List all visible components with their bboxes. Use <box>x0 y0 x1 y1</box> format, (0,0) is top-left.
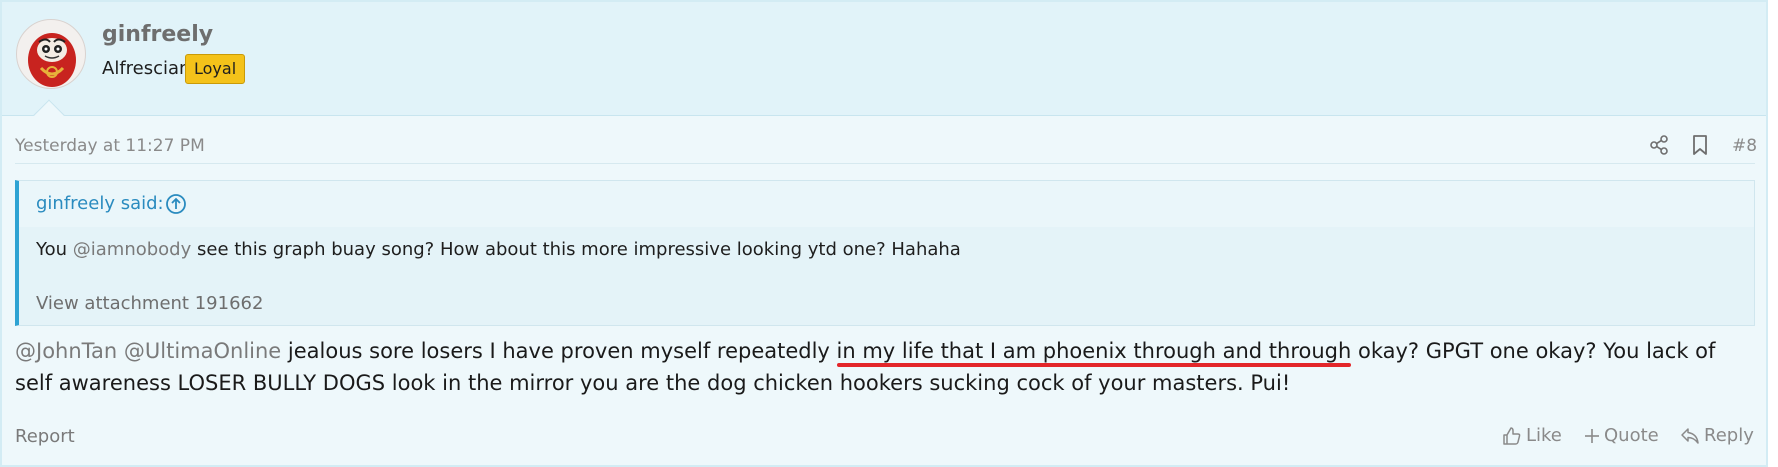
quote-label: Quote <box>1604 425 1659 446</box>
quote-attachment-link[interactable]: View attachment 191662 <box>36 293 263 314</box>
user-avatar[interactable] <box>16 19 86 89</box>
post-container: ginfreely Alfrescian Loyal Yesterday at … <box>0 0 1768 467</box>
reply-label: Reply <box>1704 425 1754 446</box>
quote-text: You @iamnobody see this graph buay song?… <box>36 239 961 260</box>
body-text-part1: jealous sore losers I have proven myself… <box>281 339 837 363</box>
like-button[interactable]: Like <box>1502 425 1562 446</box>
quote-block: ginfreely said: You @iamnobody see this … <box>15 180 1755 326</box>
report-link[interactable]: Report <box>15 426 75 447</box>
quote-text-after: see this graph buay song? How about this… <box>191 239 961 260</box>
post-timestamp[interactable]: Yesterday at 11:27 PM <box>15 136 205 156</box>
underlined-text: in my life that I am phoenix through and… <box>836 339 1352 363</box>
mention-link-ultimaonline[interactable]: @UltimaOnline <box>124 339 281 363</box>
post-body: @JohnTan @UltimaOnline jealous sore lose… <box>15 335 1755 399</box>
user-title: Alfrescian <box>102 58 191 79</box>
underlined-phrase: in my life that I am phoenix through and… <box>836 339 1352 367</box>
bookmark-icon[interactable] <box>1690 134 1710 156</box>
like-label: Like <box>1526 425 1562 446</box>
username[interactable]: ginfreely <box>102 22 213 47</box>
plus-icon <box>1585 428 1599 443</box>
quote-header <box>19 181 1754 227</box>
post-divider <box>15 163 1755 164</box>
daruma-avatar-icon <box>28 33 76 87</box>
quote-author-link[interactable]: ginfreely said: <box>36 193 164 214</box>
arrow-circle-up-icon[interactable] <box>165 193 187 215</box>
quote-button[interactable]: Quote <box>1584 425 1659 446</box>
quote-mention-link[interactable]: @iamnobody <box>73 239 192 260</box>
share-icon[interactable] <box>1648 134 1670 156</box>
post-number-link[interactable]: #8 <box>1732 136 1757 156</box>
red-underline-annotation <box>836 363 1352 367</box>
mention-link-johntan[interactable]: @JohnTan <box>15 339 117 363</box>
quote-text-before: You <box>36 239 73 260</box>
reply-button[interactable]: Reply <box>1680 425 1754 446</box>
thumbs-up-icon <box>1503 426 1521 445</box>
user-header: ginfreely Alfrescian Loyal <box>2 2 1766 116</box>
reply-arrow-icon <box>1681 427 1699 444</box>
user-badge: Loyal <box>185 54 246 84</box>
